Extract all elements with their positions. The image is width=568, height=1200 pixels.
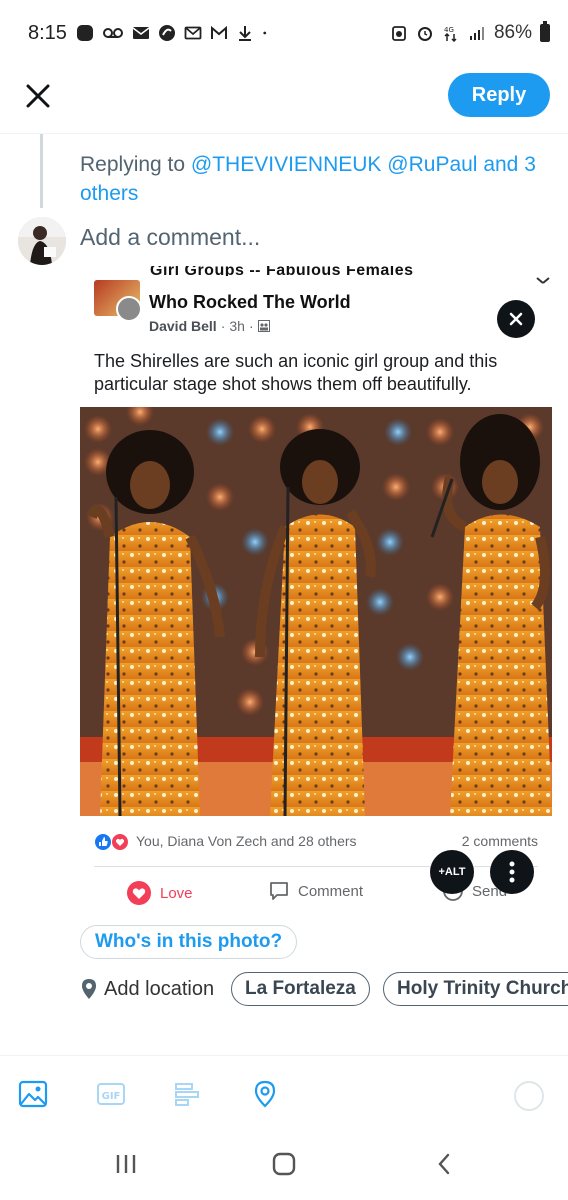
status-time: 8:15 [28, 22, 67, 44]
back-icon [438, 1153, 450, 1175]
fb-reactions-bar: You, Diana Von Zech and 28 others 2 comm… [94, 832, 538, 852]
location-suggestion-chip[interactable]: Holy Trinity Church [383, 972, 568, 1006]
fb-meta-separator: · [248, 318, 254, 334]
character-counter [514, 1081, 544, 1111]
mention-link[interactable]: @RuPaul [387, 153, 477, 176]
gmail-icon [211, 25, 227, 39]
fb-comment-action: Comment [268, 880, 363, 902]
gif-icon: GIF [97, 1083, 125, 1105]
fb-group-name: Who Rocked The World [149, 292, 351, 312]
fb-meta-separator: · [220, 318, 226, 334]
fb-close-icon [536, 277, 550, 284]
mail-outline-icon [184, 26, 202, 40]
gif-button[interactable]: GIF [96, 1079, 126, 1109]
remove-media-button[interactable] [497, 300, 535, 338]
avatar-image [18, 217, 66, 265]
svg-text:GIF: GIF [102, 1091, 121, 1102]
group-privacy-icon [257, 320, 270, 332]
system-status: 4G 86% [390, 21, 550, 44]
status-bar: 8:15 4G 86% [0, 0, 568, 68]
fb-love-label: Love [160, 884, 193, 902]
location-pin-icon [254, 1080, 276, 1108]
close-icon [509, 312, 523, 326]
home-button[interactable] [264, 1146, 304, 1182]
recents-icon [116, 1155, 136, 1173]
toolbar-divider [0, 1055, 568, 1056]
poll-button[interactable] [173, 1079, 203, 1109]
replying-to: Replying to @THEVIVIENNEUK @RuPaul and 3… [80, 150, 550, 208]
fb-love-action: Love [126, 880, 193, 906]
reply-button[interactable]: Reply [448, 73, 550, 117]
location-suggestion-chip[interactable]: La Fortaleza [231, 972, 370, 1006]
fb-post-meta: David Bell · 3h · [149, 318, 270, 334]
reaction-summary: You, Diana Von Zech and 28 others [136, 833, 357, 849]
stage-photo [80, 407, 552, 816]
network-4g-icon: 4G [444, 26, 457, 42]
home-icon [272, 1152, 296, 1176]
image-icon [18, 1080, 48, 1108]
dot-icon [263, 31, 267, 35]
add-location-link[interactable]: Add location [104, 978, 214, 1001]
signal-icon [469, 27, 484, 40]
battery-icon [540, 21, 550, 42]
fb-post-time: 3h [229, 318, 245, 334]
app-notification-icon [77, 25, 93, 41]
comment-input[interactable]: Add a comment... [80, 224, 260, 251]
comments-count: 2 comments [461, 833, 538, 849]
recycle-icon [392, 26, 406, 41]
android-nav-bar [0, 1130, 568, 1200]
location-row: Add location La Fortaleza Holy Trinity C… [80, 972, 568, 1006]
fb-author-avatar [116, 296, 142, 322]
download-icon [239, 26, 251, 41]
battery-percent: 86% [493, 22, 532, 43]
notification-icons [76, 24, 272, 42]
compose-toolbar: GIF [0, 1075, 568, 1119]
recents-button[interactable] [106, 1146, 146, 1182]
back-button[interactable] [424, 1146, 464, 1182]
alarm-icon [417, 27, 432, 41]
mail-icon [132, 27, 150, 39]
avatar[interactable] [18, 217, 66, 265]
thread-line [40, 134, 43, 208]
svg-text:4G: 4G [444, 26, 454, 34]
add-media-button[interactable] [18, 1079, 48, 1109]
replying-prefix: Replying to [80, 153, 186, 176]
fb-author: David Bell [149, 318, 217, 334]
add-alt-text-button[interactable]: +ALT [430, 850, 474, 894]
comment-icon [270, 882, 288, 900]
location-pin-icon [82, 979, 96, 999]
mention-link[interactable]: @THEVIVIENNEUK [191, 153, 382, 176]
stage-photo-image [80, 407, 552, 816]
more-vertical-icon [509, 861, 515, 883]
close-icon[interactable] [22, 80, 54, 112]
circle-app-icon [159, 25, 175, 41]
fb-comment-label: Comment [298, 882, 364, 900]
reaction-icons [95, 834, 128, 850]
voicemail-icon [103, 28, 123, 38]
love-icon [127, 881, 151, 905]
location-button[interactable] [250, 1079, 280, 1109]
more-options-button[interactable] [490, 850, 534, 894]
tag-people-button[interactable]: Who's in this photo? [80, 925, 298, 959]
fb-post-text: The Shirelles are such an iconic girl gr… [94, 351, 498, 394]
header-divider [0, 133, 568, 134]
poll-icon [175, 1083, 199, 1106]
fb-post-header: Girl Groups -- Fabulous Females Who Rock… [94, 266, 550, 342]
fb-group-name-cut: Girl Groups -- Fabulous Females [150, 266, 414, 276]
attached-image[interactable]: Girl Groups -- Fabulous Females Who Rock… [80, 266, 552, 830]
